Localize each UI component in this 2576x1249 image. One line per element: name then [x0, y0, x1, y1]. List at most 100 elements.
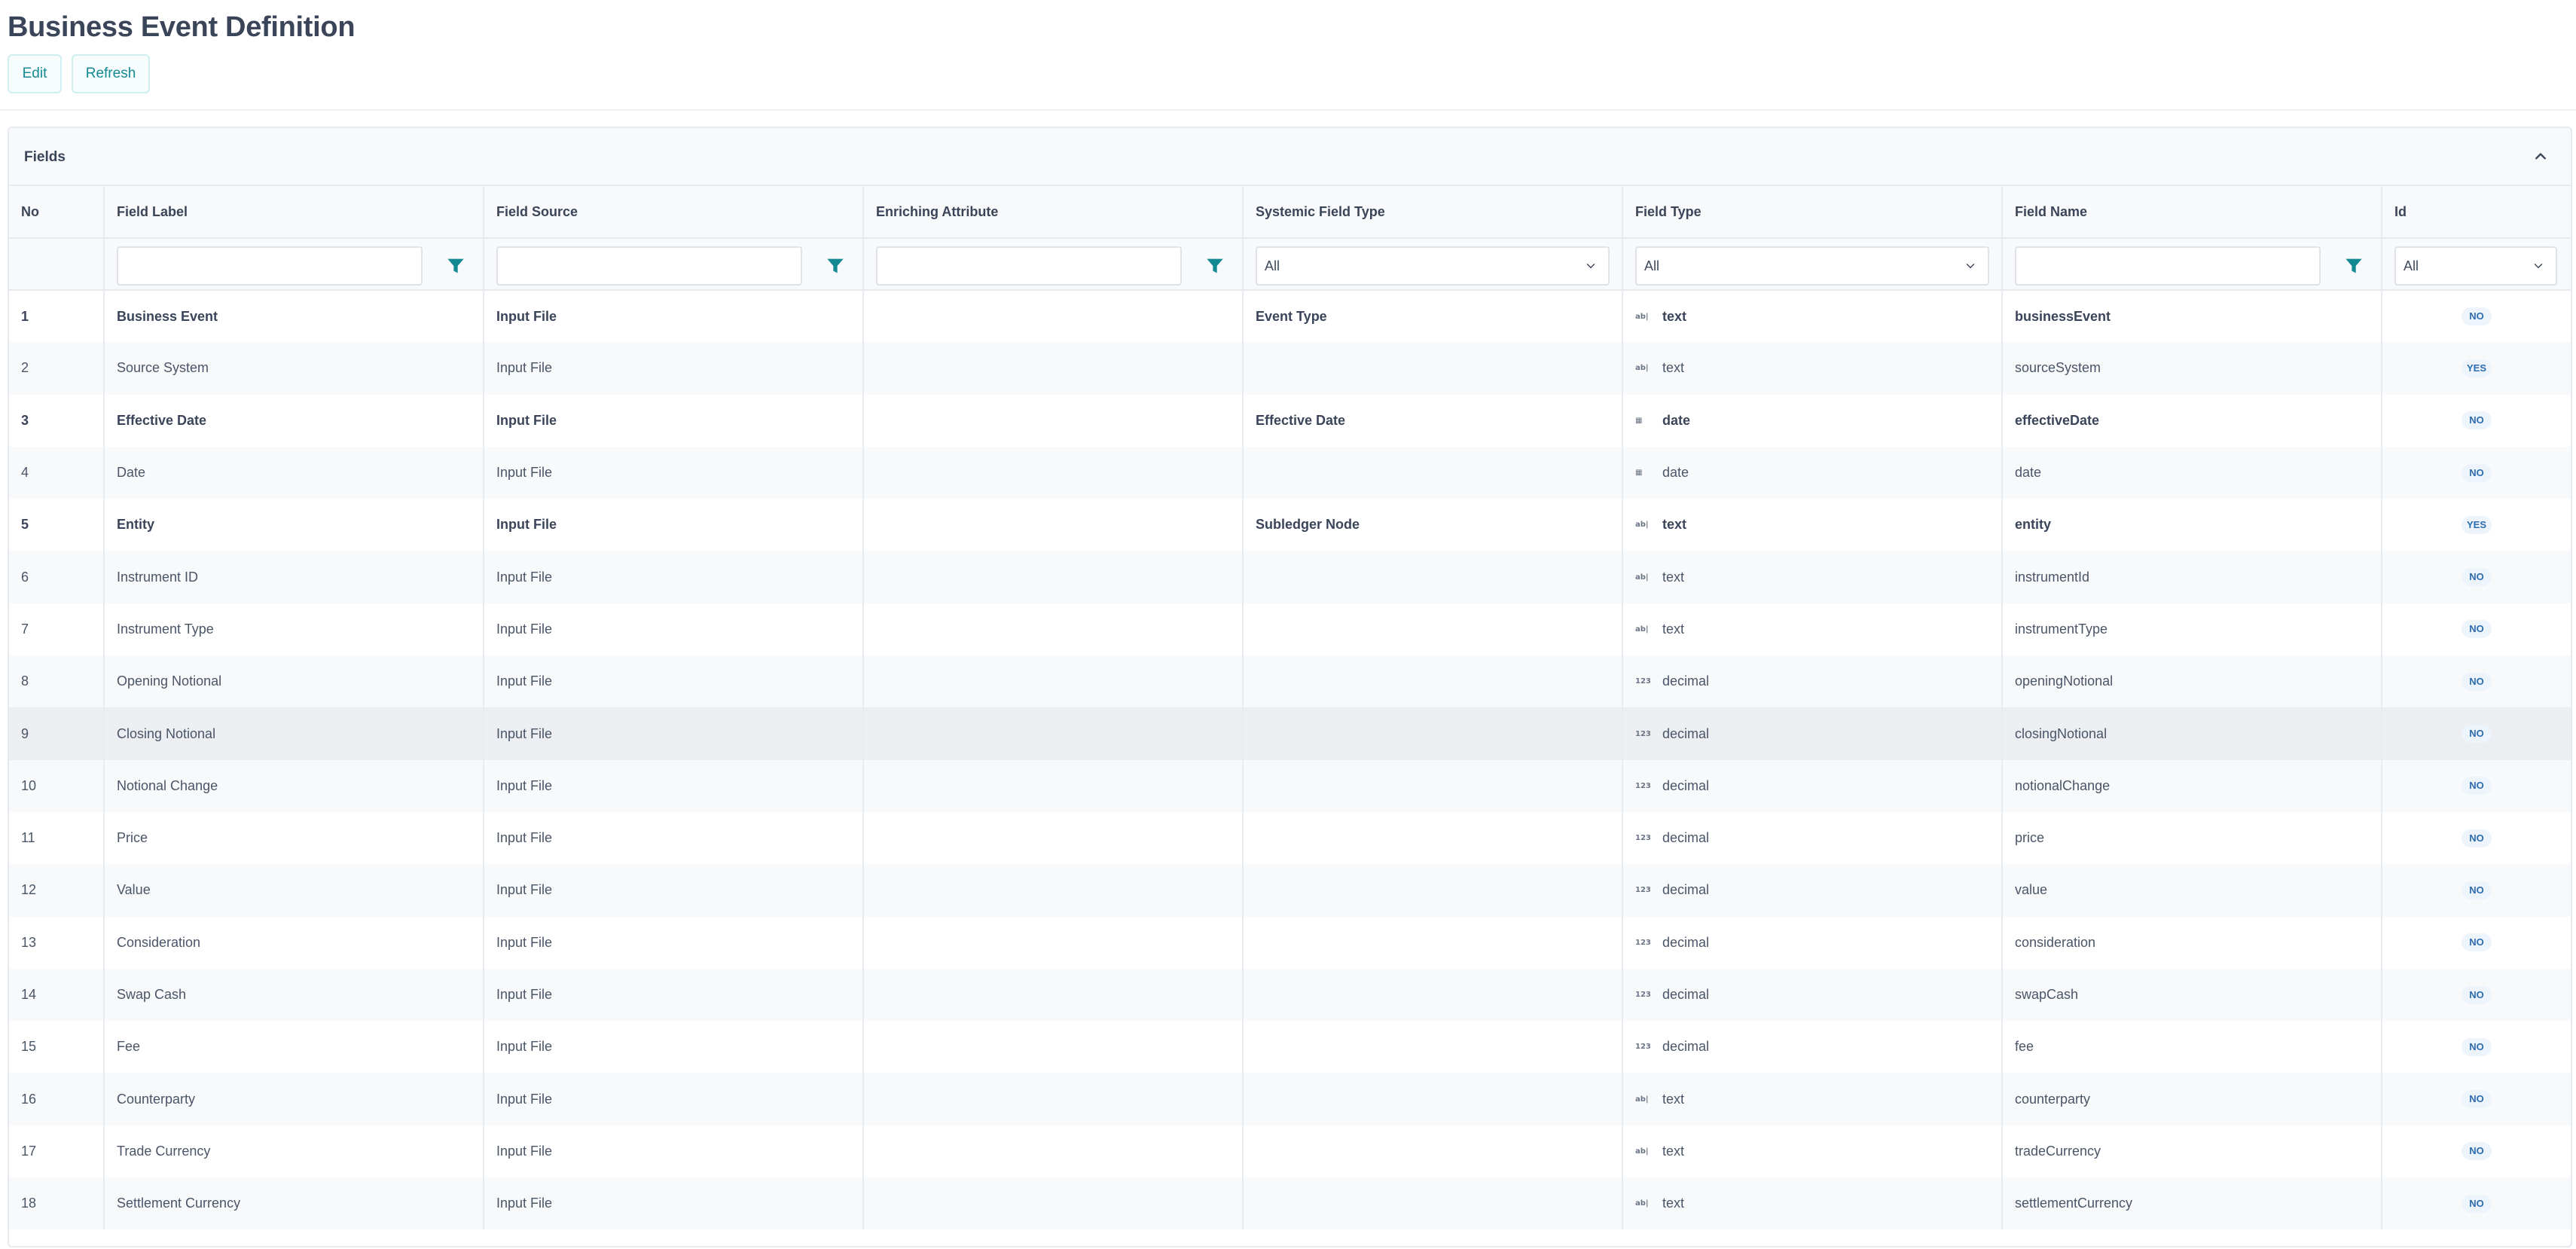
cell-field-source: Input File	[484, 1177, 864, 1230]
table-row[interactable]: 5 Entity Input File Subledger Node ab| text en…	[9, 499, 2571, 551]
table-row[interactable]: 13 Consideration Input File 123 decimal consi…	[9, 916, 2571, 969]
field-type-label: text	[1662, 1091, 1685, 1107]
cell-field-label: Source System	[104, 342, 484, 395]
cell-no: 18	[9, 1177, 105, 1230]
column-header-field-source[interactable]: Field Source	[484, 186, 864, 239]
systemic-field-type-select[interactable]: All	[1256, 246, 1610, 286]
field-label-filter-input[interactable]	[117, 246, 423, 286]
column-header-systemic-field-type[interactable]: Systemic Field Type	[1243, 186, 1623, 239]
cell-field-name: value	[2002, 864, 2382, 917]
cell-field-type: ab| text	[1622, 551, 2003, 603]
panel-title: Fields	[24, 149, 66, 165]
fields-panel: Fields No Field Label Field Source Enric…	[8, 127, 2572, 1247]
table-row[interactable]: 4 Date Input File ▦ date date NO	[9, 446, 2571, 499]
id-select[interactable]: All	[2394, 246, 2557, 286]
field-name-filter-input[interactable]	[2015, 246, 2321, 286]
column-header-id[interactable]: Id	[2382, 186, 2571, 239]
field-type-label: text	[1662, 360, 1685, 376]
text-type-icon: ab|	[1635, 1199, 1649, 1208]
id-badge: NO	[2462, 1142, 2492, 1161]
cell-field-type: 123 decimal	[1622, 759, 2003, 812]
filter-icon[interactable]	[823, 254, 847, 278]
column-header-no[interactable]: No	[9, 186, 105, 239]
cell-field-label: Fee	[104, 1021, 484, 1073]
fields-panel-header[interactable]: Fields	[9, 128, 2571, 186]
cell-field-source: Input File	[484, 290, 864, 343]
table-row[interactable]: 14 Swap Cash Input File 123 decimal swapCash N…	[9, 968, 2571, 1021]
edit-button[interactable]: Edit	[8, 54, 62, 93]
field-source-filter-input[interactable]	[496, 246, 802, 286]
table-row[interactable]: 9 Closing Notional Input File 123 decimal clo…	[9, 707, 2571, 760]
cell-enriching-attribute	[863, 603, 1244, 656]
field-type-label: decimal	[1662, 934, 1710, 950]
field-type-select[interactable]: All	[1635, 246, 1989, 286]
table-row[interactable]: 1 Business Event Input File Event Type ab| te…	[9, 290, 2571, 343]
number-icon: 123	[1635, 991, 1651, 999]
table-row[interactable]: 8 Opening Notional Input File 123 decimal ope…	[9, 655, 2571, 708]
enriching-attribute-filter-input[interactable]	[876, 246, 1182, 286]
id-badge: NO	[2462, 463, 2492, 482]
column-header-field-label[interactable]: Field Label	[104, 186, 484, 239]
cell-field-name: swapCash	[2002, 968, 2382, 1021]
column-header-field-type[interactable]: Field Type	[1622, 186, 2003, 239]
table-row[interactable]: 10 Notional Change Input File 123 decimal not…	[9, 759, 2571, 812]
table-row[interactable]: 7 Instrument Type Input File ab| text instrum…	[9, 603, 2571, 656]
cell-no: 13	[9, 916, 105, 969]
cell-systemic-field-type	[1243, 968, 1623, 1021]
cell-field-type: 123 decimal	[1622, 916, 2003, 969]
cell-field-name: instrumentId	[2002, 551, 2382, 603]
table-row[interactable]: 2 Source System Input File ab| text sourceSys…	[9, 342, 2571, 395]
cell-field-source: Input File	[484, 603, 864, 656]
cell-field-name: date	[2002, 446, 2382, 499]
field-type-label: decimal	[1662, 830, 1710, 846]
cell-systemic-field-type	[1243, 342, 1623, 395]
number-icon: 123	[1635, 781, 1651, 790]
table-row[interactable]: 16 Counterparty Input File ab| text counterpa…	[9, 1073, 2571, 1125]
chevron-up-icon[interactable]	[2530, 146, 2551, 167]
cell-field-type: ab| text	[1622, 1125, 2003, 1178]
cell-field-label: Price	[104, 811, 484, 865]
table-row[interactable]: 15 Fee Input File 123 decimal fee NO	[9, 1021, 2571, 1073]
chevron-down-icon	[2534, 264, 2543, 269]
field-type-label: text	[1662, 308, 1687, 324]
cell-id: NO	[2382, 760, 2571, 812]
filter-icon[interactable]	[2342, 254, 2366, 278]
column-header-enriching-attribute[interactable]: Enriching Attribute	[863, 186, 1244, 239]
id-badge: NO	[2462, 933, 2492, 952]
cell-field-source: Input File	[484, 1021, 864, 1073]
table-row[interactable]: 11 Price Input File 123 decimal price NO	[9, 811, 2571, 865]
cell-field-label: Consideration	[104, 916, 484, 969]
cell-no: 6	[9, 551, 105, 603]
id-badge: NO	[2462, 777, 2492, 796]
cell-id: NO	[2382, 395, 2571, 447]
refresh-button[interactable]: Refresh	[72, 54, 150, 93]
cell-field-type: ab| text	[1622, 290, 2003, 343]
table-row[interactable]: 17 Trade Currency Input File ab| text tradeCu…	[9, 1125, 2571, 1178]
cell-field-name: price	[2002, 811, 2382, 865]
page-title: Business Event Definition	[8, 11, 356, 43]
id-badge: NO	[2462, 881, 2492, 899]
cell-field-name: entity	[2002, 499, 2382, 551]
cell-id: NO	[2382, 1021, 2571, 1073]
column-header-field-name[interactable]: Field Name	[2002, 186, 2382, 239]
table-row[interactable]: 6 Instrument ID Input File ab| text instrumen…	[9, 551, 2571, 603]
cell-no: 9	[9, 707, 105, 760]
table-row[interactable]: 18 Settlement Currency Input File ab| text se…	[9, 1177, 2571, 1230]
cell-field-label: Closing Notional	[104, 707, 484, 760]
cell-id: NO	[2382, 655, 2571, 707]
table-row[interactable]: 12 Value Input File 123 decimal value NO	[9, 864, 2571, 917]
cell-enriching-attribute	[863, 864, 1244, 917]
filter-icon[interactable]	[1203, 254, 1227, 278]
cell-enriching-attribute	[863, 499, 1244, 551]
cell-enriching-attribute	[863, 342, 1244, 395]
filter-icon[interactable]	[444, 254, 468, 278]
cell-field-name: businessEvent	[2002, 290, 2382, 343]
cell-field-type: ab| text	[1622, 342, 2003, 395]
select-value: All	[2404, 258, 2419, 273]
cell-field-type: ▦ date	[1622, 446, 2003, 499]
filter-cell-field-source	[484, 238, 864, 291]
cell-field-type: ab| text	[1622, 1177, 2003, 1230]
select-value: All	[1265, 258, 1280, 273]
table-row[interactable]: 3 Effective Date Input File Effective Date ▦…	[9, 394, 2571, 447]
text-type-icon: ab|	[1635, 364, 1649, 373]
